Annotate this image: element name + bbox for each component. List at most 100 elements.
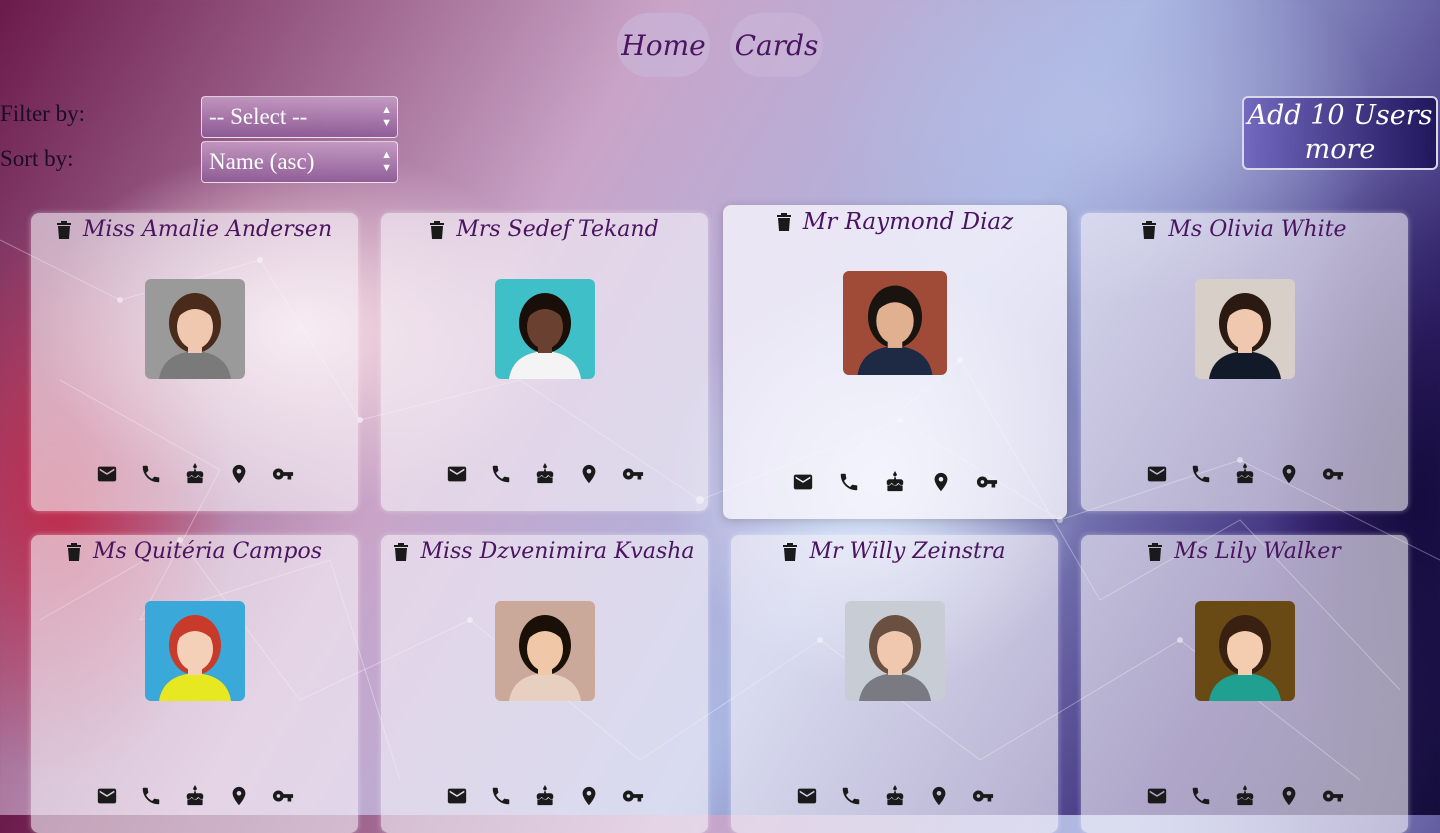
avatar xyxy=(845,601,945,701)
card-header: Mr Willy Zeinstra xyxy=(731,539,1058,564)
card-icon-row xyxy=(723,471,1067,493)
avatar xyxy=(495,601,595,701)
add-users-button[interactable]: Add 10 Users more xyxy=(1242,96,1438,170)
sort-select[interactable]: Name (asc) ▲ ▼ xyxy=(201,141,398,183)
user-name: Mr Raymond Diaz xyxy=(802,209,1014,235)
phone-icon[interactable] xyxy=(140,463,162,485)
user-card[interactable]: Miss Amalie Andersen xyxy=(31,213,358,511)
card-icon-row xyxy=(31,785,358,807)
location-icon[interactable] xyxy=(930,471,952,493)
nav-cards-button[interactable]: Cards xyxy=(730,13,823,77)
key-icon[interactable] xyxy=(272,785,294,807)
cake-icon[interactable] xyxy=(534,463,556,485)
card-header: Miss Amalie Andersen xyxy=(31,217,358,242)
delete-icon[interactable] xyxy=(56,220,71,239)
location-icon[interactable] xyxy=(228,463,250,485)
avatar xyxy=(843,271,947,375)
filter-select[interactable]: -- Select -- ▲ ▼ xyxy=(201,96,398,138)
phone-icon[interactable] xyxy=(1190,785,1212,807)
user-name: Miss Amalie Andersen xyxy=(82,217,333,242)
avatar xyxy=(145,601,245,701)
key-icon[interactable] xyxy=(1322,785,1344,807)
user-card[interactable]: Ms Quitéria Campos xyxy=(31,535,358,833)
cake-icon[interactable] xyxy=(1234,785,1256,807)
phone-icon[interactable] xyxy=(490,463,512,485)
key-icon[interactable] xyxy=(976,471,998,493)
delete-icon[interactable] xyxy=(776,213,791,231)
email-icon[interactable] xyxy=(446,463,468,485)
email-icon[interactable] xyxy=(792,471,814,493)
email-icon[interactable] xyxy=(96,785,118,807)
user-name: Miss Dzvenimira Kvasha xyxy=(420,539,695,564)
top-nav: Home Cards xyxy=(0,13,1440,77)
user-name: Mrs Sedef Tekand xyxy=(456,217,659,242)
key-icon[interactable] xyxy=(1322,463,1344,485)
delete-icon[interactable] xyxy=(783,542,798,561)
sort-label: Sort by: xyxy=(0,146,74,171)
user-card[interactable]: Ms Olivia White xyxy=(1081,213,1408,511)
phone-icon[interactable] xyxy=(838,471,860,493)
cake-icon[interactable] xyxy=(184,785,206,807)
card-header: Mr Raymond Diaz xyxy=(723,209,1067,235)
user-name: Mr Willy Zeinstra xyxy=(809,539,1006,564)
user-name: Ms Quitéria Campos xyxy=(92,539,322,564)
phone-icon[interactable] xyxy=(140,785,162,807)
email-icon[interactable] xyxy=(1146,463,1168,485)
delete-icon[interactable] xyxy=(430,220,445,239)
phone-icon[interactable] xyxy=(1190,463,1212,485)
delete-icon[interactable] xyxy=(66,542,81,561)
user-card[interactable]: Mr Willy Zeinstra xyxy=(731,535,1058,833)
location-icon[interactable] xyxy=(1278,785,1300,807)
avatar xyxy=(1195,601,1295,701)
avatar xyxy=(495,279,595,379)
user-card[interactable]: Mr Raymond Diaz xyxy=(723,205,1067,519)
avatar xyxy=(1195,279,1295,379)
card-icon-row xyxy=(381,463,708,485)
location-icon[interactable] xyxy=(1278,463,1300,485)
user-card[interactable]: Ms Lily Walker xyxy=(1081,535,1408,833)
cake-icon[interactable] xyxy=(884,785,906,807)
cake-icon[interactable] xyxy=(1234,463,1256,485)
filter-label: Filter by: xyxy=(0,101,85,126)
select-arrows-icon: ▲ ▼ xyxy=(381,104,392,129)
key-icon[interactable] xyxy=(622,785,644,807)
user-card[interactable]: Mrs Sedef Tekand xyxy=(381,213,708,511)
location-icon[interactable] xyxy=(578,463,600,485)
sort-select-value: Name (asc) xyxy=(209,149,315,174)
user-name: Ms Lily Walker xyxy=(1174,539,1341,564)
avatar xyxy=(145,279,245,379)
key-icon[interactable] xyxy=(972,785,994,807)
location-icon[interactable] xyxy=(228,785,250,807)
delete-icon[interactable] xyxy=(394,542,409,561)
email-icon[interactable] xyxy=(96,463,118,485)
card-header: Miss Dzvenimira Kvasha xyxy=(381,539,708,564)
user-name: Ms Olivia White xyxy=(1168,217,1347,242)
filter-select-value: -- Select -- xyxy=(209,104,308,129)
email-icon[interactable] xyxy=(446,785,468,807)
key-icon[interactable] xyxy=(622,463,644,485)
location-icon[interactable] xyxy=(578,785,600,807)
card-header: Mrs Sedef Tekand xyxy=(381,217,708,242)
card-header: Ms Lily Walker xyxy=(1081,539,1408,564)
card-header: Ms Olivia White xyxy=(1081,217,1408,242)
cake-icon[interactable] xyxy=(534,785,556,807)
card-icon-row xyxy=(31,463,358,485)
phone-icon[interactable] xyxy=(490,785,512,807)
card-header: Ms Quitéria Campos xyxy=(31,539,358,564)
email-icon[interactable] xyxy=(796,785,818,807)
key-icon[interactable] xyxy=(272,463,294,485)
delete-icon[interactable] xyxy=(1142,220,1157,239)
location-icon[interactable] xyxy=(928,785,950,807)
card-icon-row xyxy=(381,785,708,807)
user-card[interactable]: Miss Dzvenimira Kvasha xyxy=(381,535,708,833)
delete-icon[interactable] xyxy=(1148,542,1163,561)
select-arrows-icon: ▲ ▼ xyxy=(381,149,392,174)
email-icon[interactable] xyxy=(1146,785,1168,807)
cake-icon[interactable] xyxy=(884,471,906,493)
card-icon-row xyxy=(1081,785,1408,807)
nav-home-button[interactable]: Home xyxy=(617,13,710,77)
phone-icon[interactable] xyxy=(840,785,862,807)
cake-icon[interactable] xyxy=(184,463,206,485)
card-icon-row xyxy=(1081,463,1408,485)
card-icon-row xyxy=(731,785,1058,807)
